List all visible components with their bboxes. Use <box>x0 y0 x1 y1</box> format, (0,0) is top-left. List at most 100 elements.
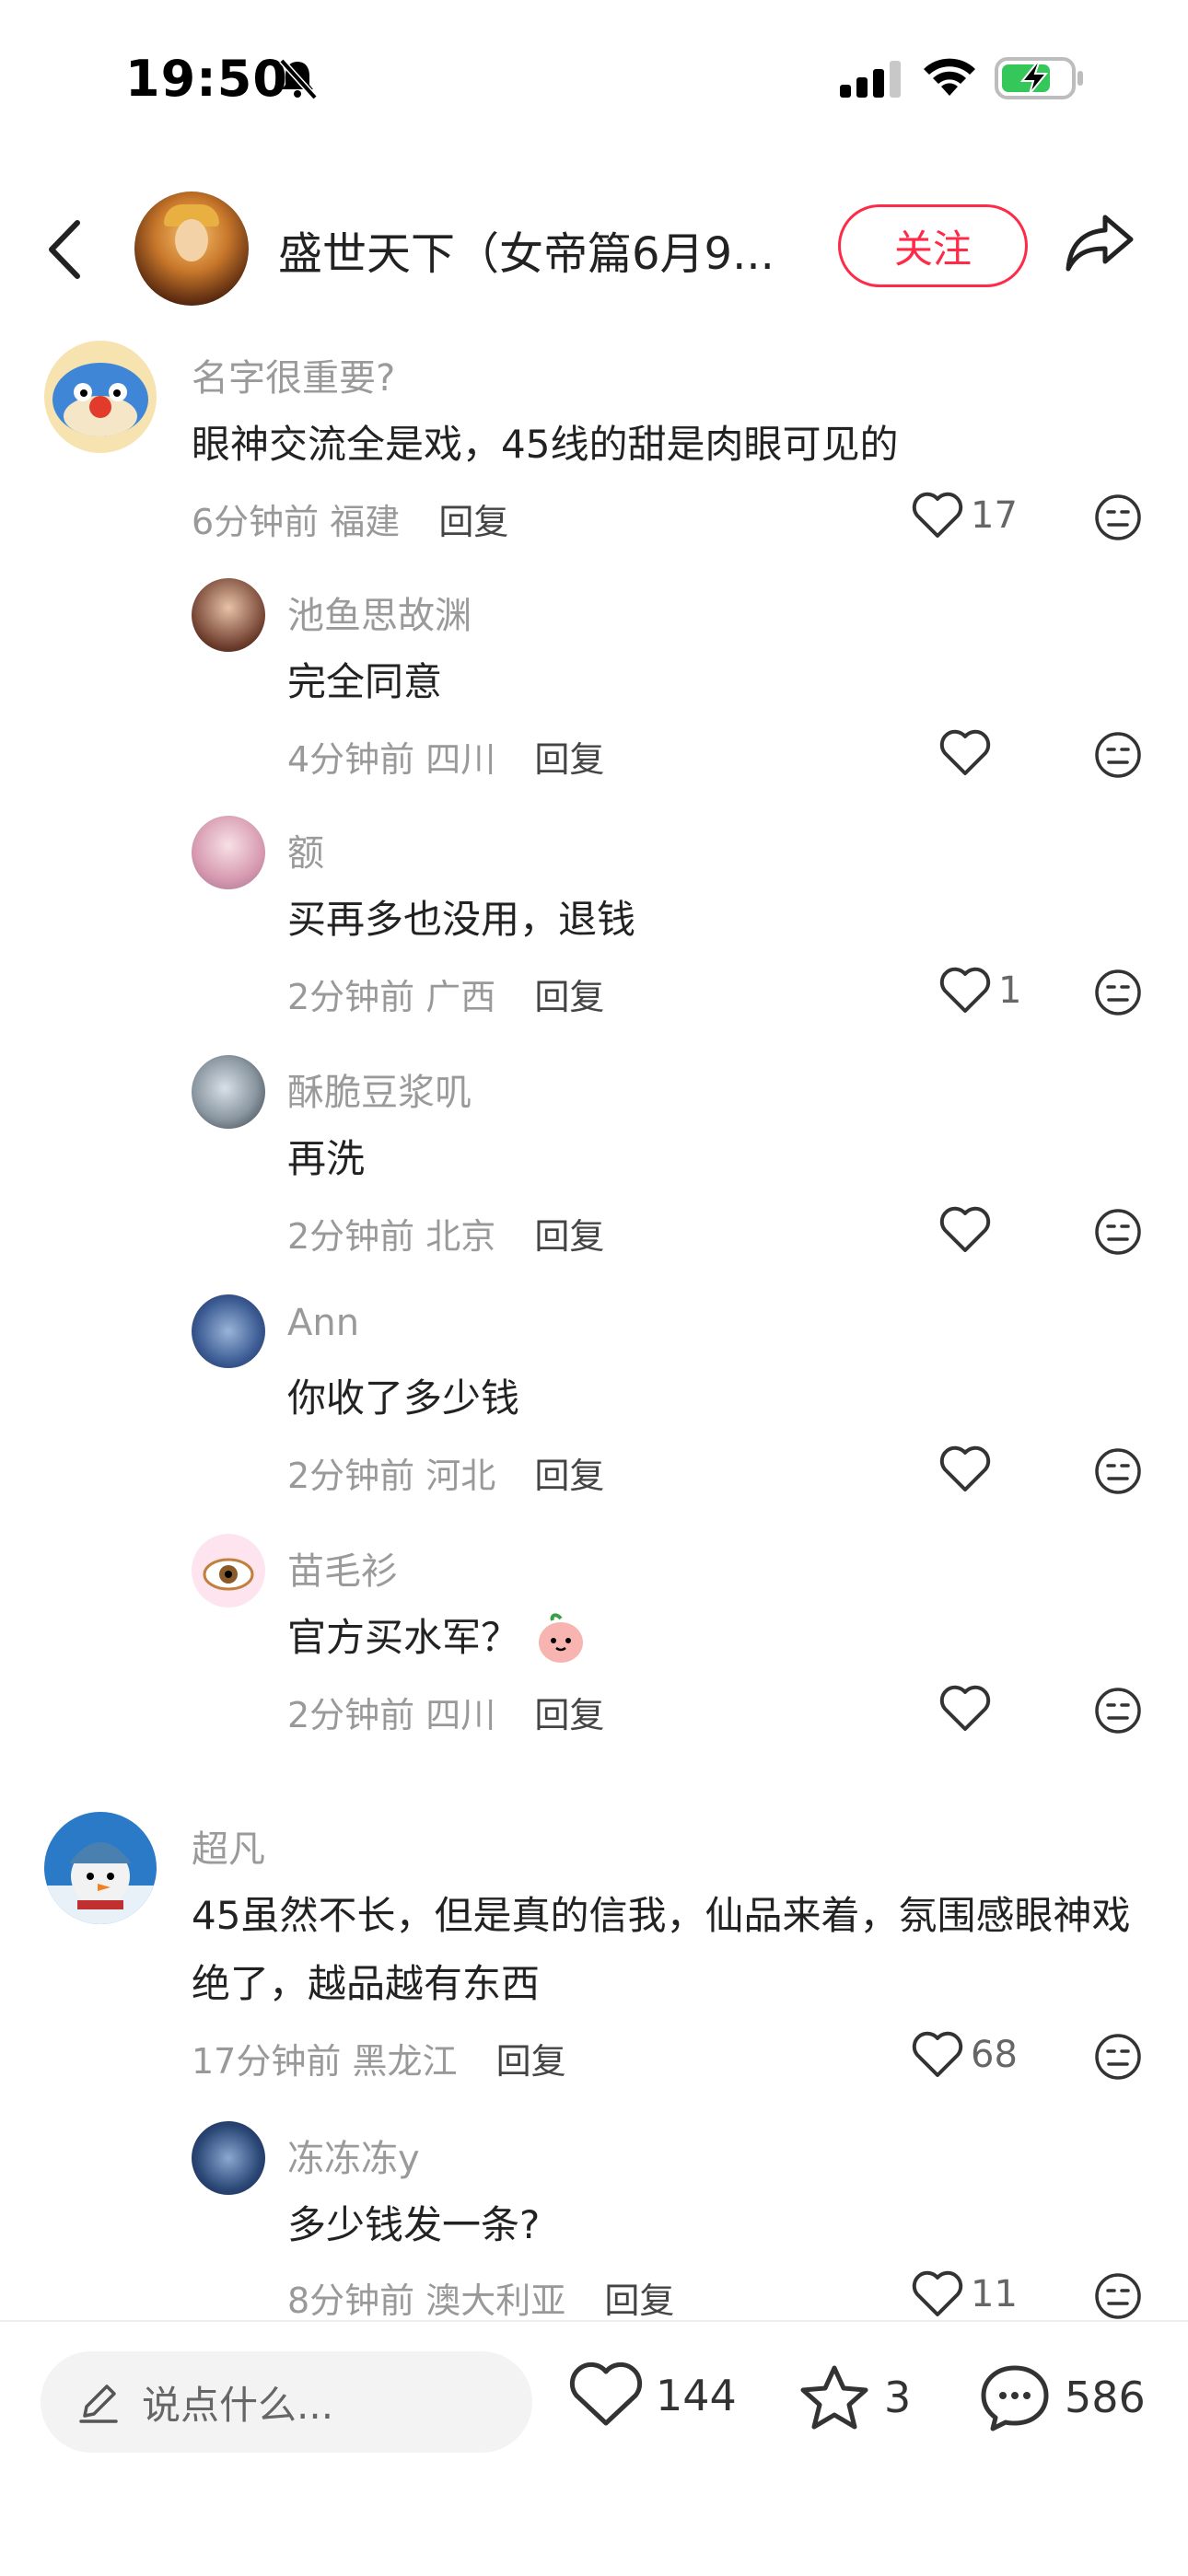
comment-text: 你收了多少钱 <box>287 1375 520 1421</box>
comment-meta: 2分钟前 北京 回复 <box>287 1208 604 1259</box>
avatar[interactable] <box>192 816 265 889</box>
comment-location: 河北 <box>425 1456 496 1496</box>
comment-text: 45虽然不长，但是真的信我，仙品来着，氛围感眼神戏绝了，越品越有东西 <box>192 1893 1131 2006</box>
reply-button[interactable]: 回复 <box>534 977 604 1017</box>
post-like-button[interactable]: 144 <box>569 2362 737 2429</box>
comment-location: 澳大利亚 <box>425 2280 566 2321</box>
like-count: 17 <box>971 494 1018 537</box>
star-icon <box>800 2365 868 2430</box>
silent-bell-icon <box>279 58 318 99</box>
comment-meta: 4分钟前 四川 回复 <box>287 731 604 782</box>
reply-button[interactable]: 回复 <box>496 2041 566 2082</box>
share-icon[interactable] <box>1065 212 1136 274</box>
comment-author[interactable]: 酥脆豆浆叽 <box>287 1062 472 1116</box>
heart-icon <box>912 2270 963 2316</box>
reply-button[interactable]: 回复 <box>534 739 604 780</box>
comment-text: 再洗 <box>287 1136 366 1181</box>
comment-meta: 2分钟前 广西 回复 <box>287 969 604 1019</box>
comment-location: 广西 <box>425 977 496 1017</box>
comment-text: 官方买水军？ <box>287 1615 520 1660</box>
comment-input-placeholder: 说点什么... <box>142 2382 334 2428</box>
like-button[interactable]: 17 <box>912 492 1018 540</box>
comment-location: 福建 <box>330 502 401 542</box>
like-button[interactable]: 68 <box>912 2031 1018 2079</box>
meh-face-icon[interactable] <box>1094 1447 1142 1495</box>
reply-button[interactable]: 回复 <box>534 1216 604 1257</box>
meh-face-icon[interactable] <box>1094 2272 1142 2320</box>
comment-time: 2分钟前 <box>287 1216 415 1257</box>
heart-icon <box>939 1685 991 1731</box>
follow-button[interactable]: 关注 <box>838 204 1028 287</box>
heart-icon <box>569 2362 643 2426</box>
heart-icon <box>939 729 991 775</box>
meh-face-icon[interactable] <box>1094 969 1142 1016</box>
comment-author[interactable]: 超凡 <box>192 1819 265 1873</box>
reply-button[interactable]: 回复 <box>604 2280 674 2321</box>
heart-icon <box>939 1445 991 1491</box>
heart-icon <box>939 1206 991 1252</box>
comment-bubble-icon <box>981 2365 1049 2431</box>
author-avatar[interactable] <box>134 191 249 306</box>
wifi-icon <box>924 58 975 96</box>
comment-time: 2分钟前 <box>287 1456 415 1496</box>
avatar[interactable] <box>44 341 157 453</box>
comment-input[interactable]: 说点什么... <box>41 2351 532 2453</box>
comment-location: 四川 <box>425 1695 496 1735</box>
reply-button[interactable]: 回复 <box>438 502 508 542</box>
comment-time: 8分钟前 <box>287 2280 415 2321</box>
reply-button[interactable]: 回复 <box>534 1695 604 1735</box>
reply-button[interactable]: 回复 <box>534 1456 604 1496</box>
like-button[interactable] <box>939 1685 998 1733</box>
like-button[interactable] <box>939 1445 998 1493</box>
like-button[interactable]: 1 <box>939 967 1021 1015</box>
comment-author[interactable]: Ann <box>287 1302 359 1344</box>
comment-text-row: 官方买水军？ <box>287 1604 1116 1672</box>
avatar[interactable] <box>192 1055 265 1129</box>
like-button[interactable] <box>939 729 998 777</box>
status-bar: 19:50 <box>0 0 1188 157</box>
post-like-count: 144 <box>656 2371 737 2420</box>
avatar[interactable] <box>192 1534 265 1607</box>
comment-author[interactable]: 冻冻冻y <box>287 2129 420 2182</box>
post-title: 盛世天下（女帝篇6月9... <box>278 228 775 280</box>
meh-face-icon[interactable] <box>1094 2033 1142 2081</box>
comment-text: 买再多也没用，退钱 <box>287 897 636 942</box>
status-time: 19:50 <box>125 50 288 108</box>
battery-charging-icon <box>995 57 1083 99</box>
meh-face-icon[interactable] <box>1094 731 1142 779</box>
peach-face-emoji-icon <box>539 1613 584 1663</box>
heart-icon <box>939 967 991 1013</box>
comment-text: 眼神交流全是戏，45线的甜是肉眼可见的 <box>192 422 899 467</box>
comment-time: 17分钟前 <box>192 2041 342 2082</box>
avatar[interactable] <box>192 578 265 652</box>
like-count: 11 <box>971 2273 1018 2315</box>
comment-time: 2分钟前 <box>287 977 415 1017</box>
post-comment-button[interactable]: 586 <box>978 2362 1146 2432</box>
comment-author[interactable]: 苗毛衫 <box>287 1541 398 1595</box>
like-count: 68 <box>971 2034 1018 2076</box>
heart-icon <box>912 492 963 538</box>
comment-author[interactable]: 额 <box>287 823 324 876</box>
avatar[interactable] <box>192 1294 265 1368</box>
comment-time: 6分钟前 <box>192 502 320 542</box>
post-comment-count: 586 <box>1065 2373 1146 2422</box>
avatar[interactable] <box>192 2121 265 2195</box>
meh-face-icon[interactable] <box>1094 493 1142 541</box>
comment-meta: 17分钟前 黑龙江 回复 <box>192 2033 566 2083</box>
meh-face-icon[interactable] <box>1094 1208 1142 1256</box>
comment-author[interactable]: 名字很重要? <box>192 348 395 401</box>
comment-author[interactable]: 池鱼思故渊 <box>287 586 472 639</box>
comment-location: 黑龙江 <box>352 2041 458 2082</box>
cellular-signal-icon <box>840 61 901 98</box>
comment-meta: 2分钟前 四川 回复 <box>287 1687 604 1737</box>
back-arrow-icon[interactable] <box>44 217 87 282</box>
like-button[interactable] <box>939 1206 998 1254</box>
like-button[interactable]: 11 <box>912 2270 1018 2318</box>
meh-face-icon[interactable] <box>1094 1687 1142 1735</box>
post-favorite-button[interactable]: 3 <box>798 2362 911 2432</box>
comment-location: 四川 <box>425 739 496 780</box>
avatar[interactable] <box>44 1812 157 1924</box>
comment-text: 完全同意 <box>287 659 443 704</box>
like-count: 1 <box>998 969 1022 1012</box>
comment-text: 多少钱发一条? <box>287 2202 541 2247</box>
